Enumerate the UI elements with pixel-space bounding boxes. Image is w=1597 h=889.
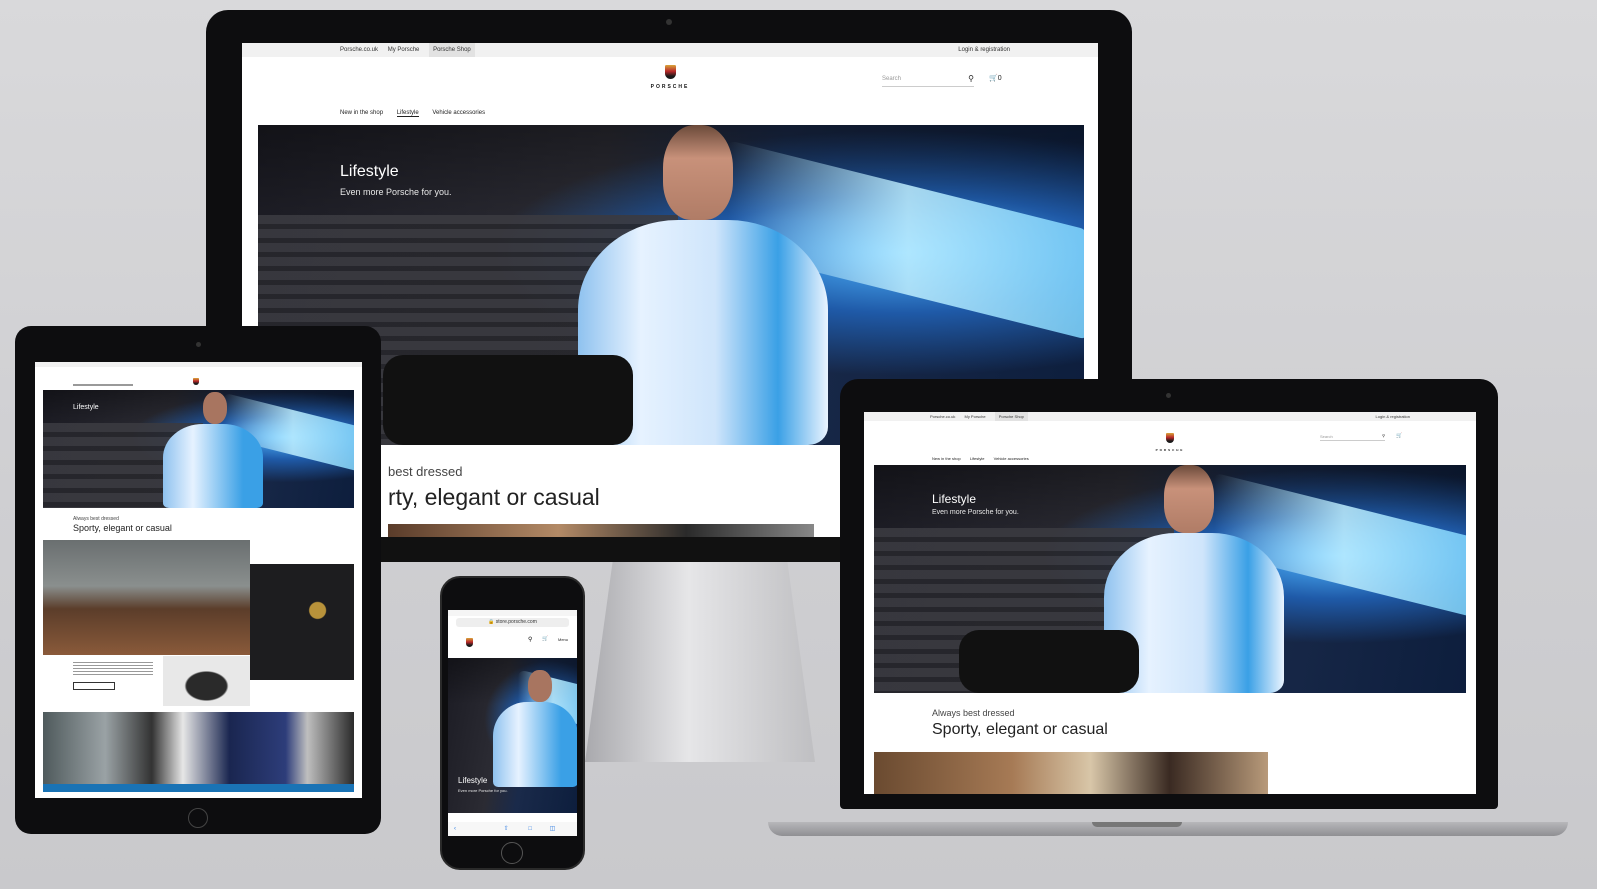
topbar-link-my-porsche[interactable]: My Porsche — [388, 43, 420, 57]
cart-button[interactable]: 🛒0 — [989, 74, 1002, 82]
phone-home-button[interactable] — [501, 842, 523, 864]
laptop-camera — [1166, 393, 1171, 398]
tablet-headline: Sporty, elegant or casual — [73, 523, 172, 533]
back-icon[interactable]: ‹ — [454, 826, 456, 832]
login-link[interactable]: Login & registration — [958, 43, 1010, 57]
cart-icon: 🛒 — [989, 75, 998, 82]
imac-stand — [585, 562, 815, 762]
phone-hero-title: Lifestyle — [458, 776, 488, 785]
phone-cart-icon[interactable]: 🛒 — [542, 636, 548, 642]
imac-topbar: Porsche.co.uk My Porsche Porsche Shop Lo… — [242, 43, 1098, 57]
phone-url-bar[interactable]: 🔒 store.porsche.com — [456, 618, 569, 627]
nav-lifestyle[interactable]: Lifestyle — [396, 110, 419, 117]
tablet-brand — [193, 372, 199, 390]
laptop-login-link[interactable]: Login & registration — [1376, 412, 1410, 421]
laptop-hero-subtitle: Even more Porsche for you. — [932, 509, 1019, 516]
brand-logo[interactable]: PORSCHE — [645, 65, 695, 90]
porsche-crest-icon — [664, 65, 676, 79]
hero-title: Lifestyle — [340, 163, 399, 180]
tablet-hero[interactable]: Lifestyle — [43, 390, 354, 508]
brand-wordmark: PORSCHE — [650, 84, 690, 90]
phone-brand[interactable] — [466, 634, 473, 652]
topbar-link-porsche-co-uk[interactable]: Porsche.co.uk — [340, 43, 378, 57]
laptop-search-icon[interactable]: ⚲ — [1382, 433, 1385, 438]
laptop-search[interactable]: Search ⚲ — [1320, 433, 1385, 441]
search-field[interactable]: Search ⚲ — [882, 74, 974, 87]
section-headline: rty, elegant or casual — [388, 484, 600, 510]
tablet-kicker: Always best dressed — [73, 516, 119, 522]
laptop-kicker: Always best dressed — [932, 708, 1015, 718]
tabs-icon[interactable]: ◫ — [550, 826, 556, 832]
tablet-photo-strip[interactable] — [43, 712, 354, 784]
tablet-photo-jacket[interactable] — [250, 564, 354, 680]
nav-new-in-shop[interactable]: New in the shop — [340, 110, 383, 116]
bookmarks-icon[interactable]: □ — [528, 826, 532, 832]
laptop-nav: New in the shop Lifestyle Vehicle access… — [932, 456, 1029, 461]
teaser-image-strip[interactable] — [388, 524, 814, 537]
phone-status-bar — [448, 610, 577, 616]
laptop-hero[interactable]: Lifestyle Even more Porsche for you. — [874, 465, 1466, 693]
tablet-text-block — [73, 662, 153, 676]
laptop-device: Porsche.co.uk My Porsche Porsche Shop Lo… — [840, 379, 1498, 819]
laptop-hinge — [1092, 822, 1182, 827]
laptop-screen: Porsche.co.uk My Porsche Porsche Shop Lo… — [864, 412, 1476, 794]
cart-count: 0 — [997, 75, 1002, 82]
phone-url: store.porsche.com — [495, 619, 537, 625]
laptop-hero-title: Lifestyle — [932, 492, 977, 506]
tablet-camera — [196, 342, 201, 347]
phone-hero-subtitle: Even more Porsche for you. — [458, 788, 508, 793]
laptop-headline: Sporty, elegant or casual — [932, 721, 1108, 738]
phone-menu-button[interactable]: Menu — [558, 637, 568, 642]
hero-subtitle: Even more Porsche for you. — [340, 187, 452, 197]
tablet-photo-cafe[interactable] — [43, 540, 250, 655]
laptop-brand[interactable]: PORSCHE — [1152, 430, 1188, 452]
section-kicker: best dressed — [388, 464, 463, 479]
tablet-photo-bag[interactable] — [163, 656, 250, 706]
tablet-device: Lifestyle Always best dressed Sporty, el… — [15, 326, 381, 834]
tablet-home-button[interactable] — [188, 808, 208, 828]
laptop-teaser-photo[interactable] — [874, 752, 1268, 794]
main-nav: New in the shop Lifestyle Vehicle access… — [340, 110, 485, 117]
laptop-cart-icon[interactable]: 🛒 — [1396, 433, 1402, 439]
tablet-nav — [73, 384, 133, 386]
imac-camera — [666, 19, 672, 25]
tablet-footer-bar — [43, 784, 354, 792]
phone-search-icon[interactable]: ⚲ — [528, 636, 532, 643]
share-icon[interactable]: ⇧ — [504, 826, 509, 832]
lock-icon: 🔒 — [488, 619, 495, 625]
laptop-topbar-link-2[interactable]: My Porsche — [964, 412, 985, 421]
topbar-link-porsche-shop[interactable]: Porsche Shop — [429, 43, 475, 57]
phone-toolbar: ‹ ⇧ □ ◫ — [448, 822, 577, 836]
search-placeholder: Search — [882, 76, 902, 82]
phone-device: 🔒 store.porsche.com ⚲ 🛒 Menu Lifestyle E… — [440, 576, 585, 870]
tablet-screen: Lifestyle Always best dressed Sporty, el… — [35, 362, 362, 798]
phone-screen: 🔒 store.porsche.com ⚲ 🛒 Menu Lifestyle E… — [448, 610, 577, 836]
nav-vehicle-accessories[interactable]: Vehicle accessories — [432, 110, 485, 116]
tablet-cta-button[interactable] — [73, 682, 115, 690]
tablet-hero-title: Lifestyle — [73, 404, 99, 411]
search-icon[interactable]: ⚲ — [968, 74, 974, 83]
laptop-topbar-link-1[interactable]: Porsche.co.uk — [930, 412, 955, 421]
hero-model — [383, 125, 858, 445]
phone-hero[interactable]: Lifestyle Even more Porsche for you. — [448, 658, 577, 813]
laptop-topbar-link-3[interactable]: Porsche Shop — [994, 412, 1028, 421]
